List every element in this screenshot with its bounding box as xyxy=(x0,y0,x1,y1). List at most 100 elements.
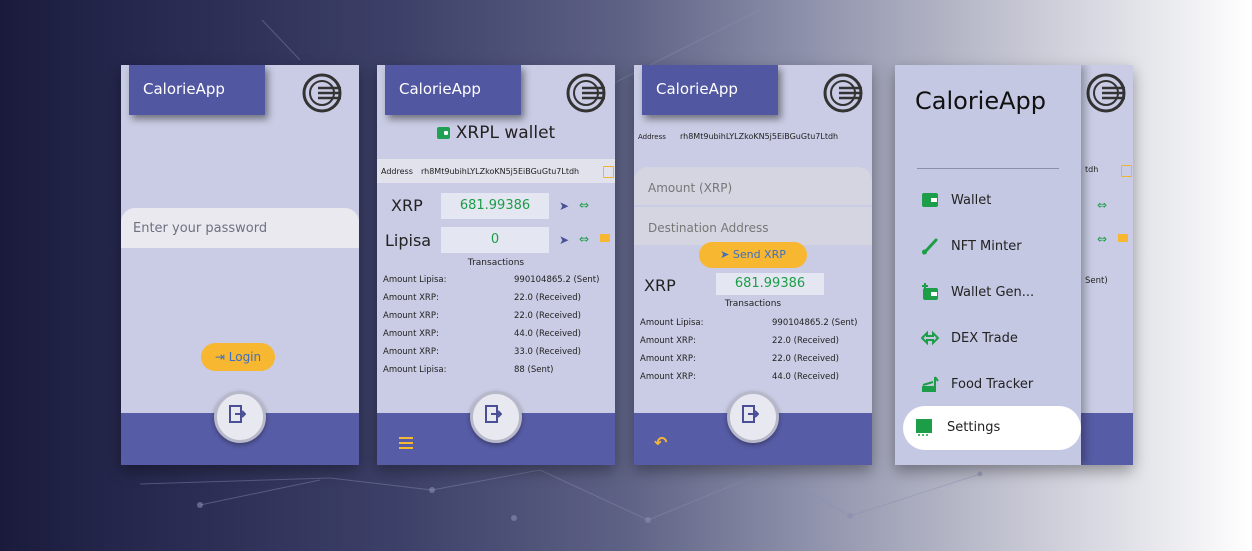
peek-transaction: Sent) xyxy=(1085,276,1108,286)
exit-icon xyxy=(485,405,502,423)
amount-input[interactable]: Amount (XRP) xyxy=(634,167,872,205)
send-arrow-icon[interactable]: ➤ xyxy=(559,199,569,213)
drawer-divider xyxy=(917,168,1059,169)
destination-placeholder: Destination Address xyxy=(648,221,769,235)
login-icon: ⇥ xyxy=(214,350,225,364)
menu-item-label: NFT Minter xyxy=(951,239,1022,254)
app-title: CalorieApp xyxy=(399,80,481,98)
address-label: Address xyxy=(638,133,666,141)
tx-label: Amount XRP: xyxy=(640,336,696,346)
tx-value: 22.0 (Received) xyxy=(514,311,581,321)
wallet-title: XRPL wallet xyxy=(377,123,615,143)
app-header: CalorieApp xyxy=(129,65,265,115)
xrp-label: XRP xyxy=(391,196,423,215)
menu-item-nft-minter[interactable]: NFT Minter xyxy=(895,227,1081,267)
wallet-icon xyxy=(436,127,450,139)
menu-item-settings[interactable]: Settings xyxy=(903,406,1081,450)
tx-label: Amount XRP: xyxy=(383,347,439,357)
settings-icon xyxy=(916,419,932,436)
exit-icon xyxy=(742,405,759,423)
tx-label: Amount XRP: xyxy=(383,329,439,339)
tx-label: Amount XRP: xyxy=(640,354,696,364)
exit-fab-button[interactable] xyxy=(214,391,266,443)
login-label: Login xyxy=(228,350,262,364)
address-row: Address rh8Mt9ubihLYLZkoKN5j5EiBGuGtu7Lt… xyxy=(377,159,615,183)
app-logo-icon xyxy=(566,73,606,113)
copy-icon xyxy=(1121,165,1132,177)
tx-label: Amount XRP: xyxy=(383,311,439,321)
send-label: Send XRP xyxy=(732,248,786,261)
menu-item-food-tracker[interactable]: Food Tracker xyxy=(895,365,1081,405)
tx-value: 22.0 (Received) xyxy=(514,293,581,303)
menu-item-label: Food Tracker xyxy=(951,377,1034,392)
swap-icon[interactable]: ⇔ xyxy=(579,232,589,246)
send-arrow-icon[interactable]: ➤ xyxy=(559,233,569,247)
app-header: CalorieApp xyxy=(642,65,778,115)
token-icon[interactable] xyxy=(600,234,610,242)
destination-input[interactable]: Destination Address xyxy=(634,207,872,245)
tx-value: 990104865.2 (Sent) xyxy=(772,318,858,328)
app-logo-icon xyxy=(302,73,342,113)
tx-value: 44.0 (Received) xyxy=(772,372,839,382)
password-input[interactable]: Enter your password xyxy=(121,208,359,248)
menu-icon[interactable] xyxy=(399,437,413,449)
app-title: CalorieApp xyxy=(143,80,225,98)
tx-label: Amount XRP: xyxy=(383,293,439,303)
address-value: rh8Mt9ubihLYLZkoKN5j5EiBGuGtu7Ltdh xyxy=(421,167,580,176)
tx-label: Amount XRP: xyxy=(640,372,696,382)
drawer-title: CalorieApp xyxy=(915,87,1047,115)
send-arrow-icon: ➤ xyxy=(720,248,730,261)
send-xrp-button[interactable]: ➤ Send XRP xyxy=(699,242,807,268)
xrp-balance: 681.99386 xyxy=(441,193,549,219)
tx-label: Amount Lipisa: xyxy=(383,365,447,375)
menu-item-label: Wallet xyxy=(951,193,992,208)
wallet-title-text: XRPL wallet xyxy=(455,123,556,143)
transactions-title: Transactions xyxy=(467,258,525,268)
login-button[interactable]: ⇥ Login xyxy=(201,343,275,371)
lipisa-balance: 0 xyxy=(441,227,549,253)
tx-label: Amount Lipisa: xyxy=(383,275,447,285)
tx-label: Amount Lipisa: xyxy=(640,318,704,328)
tx-value: 44.0 (Received) xyxy=(514,329,581,339)
copy-icon[interactable] xyxy=(603,166,614,178)
exit-icon xyxy=(229,405,246,423)
address-label: Address xyxy=(381,167,413,176)
tx-value: 33.0 (Received) xyxy=(514,347,581,357)
menu-item-label: Wallet Gen... xyxy=(951,285,1035,300)
menu-screen: tdh ⇔ ⇔ Sent) CalorieApp Wallet NFT Mint… xyxy=(895,65,1133,465)
menu-item-dex-trade[interactable]: DEX Trade xyxy=(895,319,1081,359)
brush-icon xyxy=(922,238,938,255)
token-icon xyxy=(1118,234,1128,242)
showcase-stage: CalorieApp Enter your password ⇥ Login C… xyxy=(0,0,1252,551)
swap-icon: ⇔ xyxy=(1097,198,1108,212)
app-title: CalorieApp xyxy=(656,80,738,98)
password-placeholder: Enter your password xyxy=(133,221,268,236)
menu-item-label: Settings xyxy=(947,420,1001,435)
swap-icon[interactable]: ⇔ xyxy=(579,198,589,212)
app-logo-icon xyxy=(823,73,863,113)
amount-placeholder: Amount (XRP) xyxy=(648,181,733,195)
navigation-drawer: CalorieApp Wallet NFT Minter Wallet Gen.… xyxy=(895,65,1081,465)
back-icon[interactable]: ↶ xyxy=(654,433,667,452)
wallet-add-icon xyxy=(922,283,938,300)
send-screen: CalorieApp Address rh8Mt9ubihLYLZkoKN5j5… xyxy=(634,65,872,465)
xrp-balance: 681.99386 xyxy=(716,273,824,295)
exit-fab-button[interactable] xyxy=(470,391,522,443)
tx-value: 22.0 (Received) xyxy=(772,336,839,346)
app-logo-icon xyxy=(1086,73,1126,113)
swap-icon xyxy=(921,330,939,346)
menu-item-label: DEX Trade xyxy=(951,331,1018,346)
login-screen: CalorieApp Enter your password ⇥ Login xyxy=(121,65,359,465)
xrp-label: XRP xyxy=(644,276,676,295)
wallet-screen: CalorieApp XRPL wallet Address rh8Mt9ubi… xyxy=(377,65,615,465)
transactions-list: Amount Lipisa: 990104865.2 (Sent) Amount… xyxy=(634,314,872,394)
wallet-icon xyxy=(922,193,938,207)
menu-item-wallet-gen[interactable]: Wallet Gen... xyxy=(895,273,1081,313)
lipisa-label: Lipisa xyxy=(385,231,432,250)
transactions-list: Amount Lipisa: 990104865.2 (Sent) Amount… xyxy=(377,272,615,392)
address-value: rh8Mt9ubihLYLZkoKN5j5EiBGuGtu7Ltdh xyxy=(680,132,839,141)
tx-value: 990104865.2 (Sent) xyxy=(514,275,600,285)
exit-fab-button[interactable] xyxy=(727,391,779,443)
tx-value: 88 (Sent) xyxy=(514,365,554,375)
menu-item-wallet[interactable]: Wallet xyxy=(895,181,1081,221)
